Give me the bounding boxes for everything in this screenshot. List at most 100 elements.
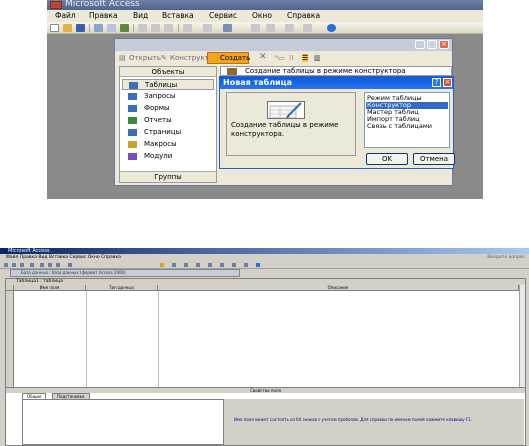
sidebar-item-tables[interactable]: Таблицы: [122, 79, 214, 90]
sidebar-item-modules[interactable]: Модули: [122, 151, 214, 162]
database-window-titlebar: – □ ×: [115, 39, 452, 51]
help-icon[interactable]: [327, 24, 336, 32]
create-button[interactable]: Создать: [207, 52, 250, 64]
sidebar-item-macros[interactable]: Макросы: [122, 139, 214, 150]
field-grid[interactable]: [6, 291, 519, 387]
design-mode-shortcut-label: Создание таблицы в режиме конструктора: [245, 67, 406, 75]
print-icon[interactable]: [94, 24, 103, 32]
view-icon[interactable]: [4, 263, 8, 267]
database-window-icon[interactable]: [232, 263, 236, 267]
toolbar-separator: [89, 24, 90, 32]
spelling-icon[interactable]: [120, 24, 129, 32]
cut-icon[interactable]: [40, 263, 44, 267]
table-mode-list[interactable]: Режим таблицы Конструктор Мастер таблиц …: [364, 92, 450, 148]
help-icon[interactable]: [256, 263, 260, 267]
database-window-minimized[interactable]: База данных : база данных (формат Access…: [10, 269, 240, 277]
open-button[interactable]: Открыть: [129, 54, 161, 62]
dialog-help-button[interactable]: ?: [432, 78, 441, 87]
sidebar-item-label: Отчеты: [144, 116, 172, 124]
delete-icon[interactable]: ✕: [259, 52, 267, 62]
open-folder-icon[interactable]: [63, 24, 72, 32]
dialog-title: Новая таблица: [220, 77, 453, 89]
page-icon: [128, 129, 137, 136]
help-search-box[interactable]: Введите вопрос: [487, 254, 525, 261]
menu-insert[interactable]: Вставка: [162, 11, 194, 20]
primary-key-icon[interactable]: [160, 263, 164, 267]
database-window: – □ × ▤ Открыть ✎ Конструктор ✕ ᵃ▭ ⁞⁞ ☰ …: [114, 38, 455, 186]
sidebar-item-label: Модули: [144, 152, 173, 160]
copy-icon[interactable]: [151, 24, 160, 32]
paste-icon[interactable]: [164, 24, 173, 32]
objects-header[interactable]: Объекты: [120, 67, 216, 77]
macro-icon: [128, 141, 137, 148]
field-name-hint: Имя поля может состоять из 64 знаков с у…: [234, 417, 472, 422]
table-window-title-text: Таблица1 : таблица: [16, 279, 63, 284]
main-toolbar: [0, 261, 529, 269]
vertical-scrollbar[interactable]: [519, 285, 525, 387]
new-table-dialog: Новая таблица ? × Создание таблицы в реж…: [219, 76, 455, 169]
office-links-icon[interactable]: [203, 24, 212, 32]
analyze-icon[interactable]: [223, 24, 232, 32]
undo-icon[interactable]: [68, 263, 72, 267]
toolbar-separator: [178, 24, 179, 32]
properties-panel[interactable]: [22, 399, 224, 445]
preview-icon[interactable]: [107, 24, 116, 32]
design-mode-shortcut[interactable]: Создание таблицы в режиме конструктора: [220, 66, 452, 76]
dialog-preview-panel: Создание таблицы в режиме конструктора.: [226, 92, 356, 156]
cut-icon[interactable]: [138, 24, 147, 32]
indexes-icon[interactable]: [172, 263, 176, 267]
sidebar-item-label: Таблицы: [145, 81, 178, 89]
undo-icon[interactable]: [183, 24, 192, 32]
print-icon[interactable]: [20, 263, 24, 267]
insert-rows-icon[interactable]: [184, 263, 188, 267]
groups-header[interactable]: Группы: [120, 171, 216, 182]
row-selector-column[interactable]: [6, 291, 14, 387]
list-option[interactable]: Связь с таблицами: [366, 123, 448, 130]
small-icons-icon[interactable]: ⁞⁞: [289, 54, 293, 62]
ok-button[interactable]: OK: [366, 153, 408, 165]
new-object-icon[interactable]: [244, 263, 248, 267]
main-toolbar: [47, 22, 483, 34]
dialog-close-button[interactable]: ×: [443, 78, 452, 87]
build-icon[interactable]: [220, 263, 224, 267]
properties-icon[interactable]: [266, 24, 275, 32]
maximize-button[interactable]: □: [427, 40, 437, 49]
menu-edit[interactable]: Правка: [89, 11, 118, 20]
open-icon[interactable]: ▤: [119, 54, 126, 62]
menu-tools[interactable]: Сервис: [209, 11, 237, 20]
module-icon: [128, 153, 137, 160]
cancel-button[interactable]: Отмена: [413, 153, 455, 165]
new-object-icon[interactable]: [303, 24, 312, 32]
menu-help[interactable]: Справка: [287, 11, 320, 20]
menu-file[interactable]: Файл: [55, 11, 76, 20]
sidebar-item-pages[interactable]: Страницы: [122, 127, 214, 138]
report-icon: [128, 117, 137, 124]
database-window-title: База данных : база данных (формат Access…: [21, 270, 126, 275]
list-view-icon[interactable]: ☰: [302, 54, 309, 62]
sidebar-item-forms[interactable]: Формы: [122, 103, 214, 114]
form-icon: [128, 105, 137, 112]
menu-view[interactable]: Вид: [133, 11, 148, 20]
properties-icon[interactable]: [208, 263, 212, 267]
save-icon[interactable]: [76, 24, 85, 32]
minimize-button[interactable]: –: [415, 40, 425, 49]
app-title: Microsoft Access: [65, 0, 140, 9]
close-button[interactable]: ×: [439, 40, 449, 49]
design-icon[interactable]: ✎: [161, 54, 167, 62]
paste-icon[interactable]: [56, 263, 60, 267]
sidebar-item-queries[interactable]: Запросы: [122, 91, 214, 102]
copy-icon[interactable]: [48, 263, 52, 267]
large-icons-icon[interactable]: ᵃ▭: [275, 54, 284, 62]
access-screenshot-design-dialog: Microsoft Access Файл Правка Вид Вставка…: [47, 0, 483, 199]
menu-window[interactable]: Окно: [252, 11, 272, 20]
save-icon[interactable]: [12, 263, 16, 267]
details-view-icon[interactable]: ▥: [314, 54, 321, 62]
relationships-icon[interactable]: [285, 24, 294, 32]
delete-rows-icon[interactable]: [196, 263, 200, 267]
new-file-icon[interactable]: [50, 24, 59, 32]
sidebar-item-reports[interactable]: Отчеты: [122, 115, 214, 126]
spelling-icon[interactable]: [30, 263, 34, 267]
design-preview-icon: [267, 101, 305, 119]
menu-items[interactable]: Файл Правка Вид Вставка Сервис Окно Спра…: [0, 255, 121, 260]
code-icon[interactable]: [251, 24, 260, 32]
